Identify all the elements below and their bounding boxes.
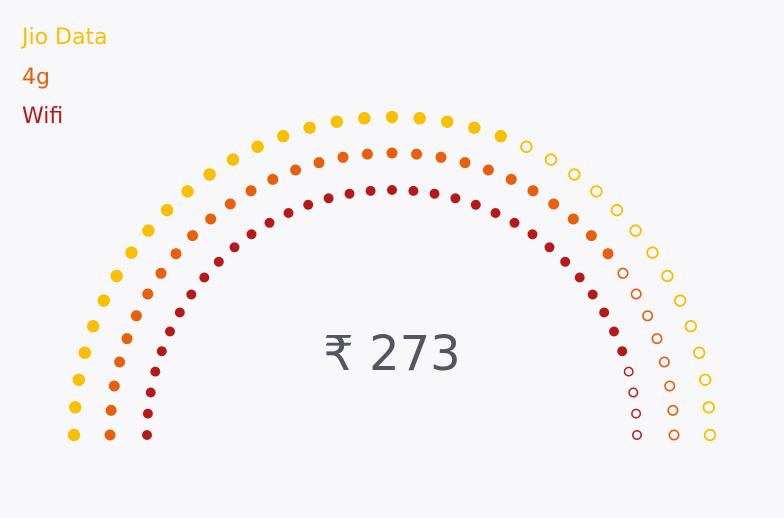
dot-empty	[642, 310, 654, 322]
dot-filled	[155, 267, 167, 279]
dot-empty	[628, 387, 639, 398]
dot-filled	[470, 199, 481, 210]
dot-filled	[509, 217, 520, 228]
dot-empty	[674, 294, 687, 307]
dot-filled	[160, 203, 174, 217]
dot-filled	[323, 193, 334, 204]
dot-empty	[703, 428, 717, 442]
dot-filled	[170, 248, 182, 260]
dot-filled	[186, 289, 197, 300]
dot-filled	[408, 185, 419, 196]
dot-filled	[459, 157, 471, 169]
dot-filled	[224, 198, 236, 210]
dot-empty	[702, 401, 716, 414]
dot-filled	[385, 110, 399, 124]
dot-empty	[630, 288, 642, 300]
dot-filled	[69, 401, 82, 414]
dot-empty	[668, 429, 680, 441]
dot-filled	[548, 198, 560, 210]
dot-filled	[490, 208, 501, 218]
dot-filled	[142, 224, 155, 237]
dot-filled	[365, 185, 376, 196]
dot-filled	[205, 213, 217, 225]
dot-filled	[251, 140, 264, 153]
dot-filled	[246, 229, 257, 240]
dot-filled	[527, 229, 538, 240]
dot-empty	[629, 224, 642, 237]
dot-filled	[110, 269, 123, 283]
dot-filled	[203, 168, 216, 181]
radial-gauge	[67, 110, 717, 442]
center-value: ₹ 273	[323, 326, 461, 382]
dot-filled	[468, 121, 481, 134]
dot-filled	[303, 199, 314, 210]
dot-filled	[142, 288, 154, 300]
dot-filled	[482, 164, 494, 176]
dot-filled	[142, 408, 153, 419]
dot-filled	[411, 148, 423, 160]
dot-filled	[67, 428, 81, 442]
dot-empty	[632, 430, 642, 440]
dot-filled	[337, 151, 349, 163]
dot-empty	[631, 408, 642, 419]
dot-filled	[145, 387, 156, 398]
dot-filled	[386, 147, 398, 159]
dot-filled	[130, 310, 142, 322]
dot-filled	[290, 164, 302, 176]
dot-empty	[667, 404, 679, 416]
dot-filled	[330, 115, 343, 128]
dot-filled	[527, 185, 539, 197]
dot-filled	[574, 272, 585, 283]
dot-filled	[245, 185, 257, 197]
dot-filled	[599, 307, 610, 318]
dot-filled	[560, 256, 571, 267]
dot-filled	[277, 130, 290, 143]
dot-filled	[429, 188, 440, 199]
dot-filled	[283, 208, 294, 218]
dot-filled	[585, 230, 597, 242]
dot-empty	[590, 185, 603, 198]
dot-filled	[105, 404, 117, 416]
dot-empty	[544, 153, 558, 166]
dot-filled	[142, 430, 152, 440]
dot-empty	[617, 267, 629, 279]
dot-empty	[520, 140, 533, 154]
dot-filled	[303, 121, 316, 134]
series-2-arc	[142, 185, 642, 440]
dot-filled	[567, 213, 579, 225]
dot-filled	[358, 112, 371, 125]
dot-filled	[181, 185, 194, 198]
dot-filled	[361, 148, 373, 160]
dot-filled	[441, 115, 454, 128]
dot-filled	[587, 289, 598, 300]
dot-filled	[104, 429, 116, 441]
dot-filled	[267, 173, 279, 185]
dot-filled	[125, 246, 138, 259]
dot-filled	[226, 153, 240, 166]
dot-filled	[229, 242, 240, 253]
dot-filled	[494, 130, 507, 143]
dot-filled	[213, 256, 224, 267]
dot-filled	[450, 193, 461, 204]
dot-filled	[344, 188, 355, 199]
dot-filled	[313, 157, 325, 169]
dot-empty	[568, 168, 581, 181]
dot-filled	[199, 272, 210, 283]
dot-filled	[413, 112, 426, 125]
dot-filled	[544, 242, 555, 253]
dot-filled	[187, 230, 199, 242]
dot-filled	[97, 294, 111, 307]
dot-empty	[646, 246, 659, 259]
dot-empty	[661, 269, 674, 283]
dot-filled	[435, 151, 447, 163]
dot-filled	[602, 248, 614, 260]
dot-filled	[387, 185, 397, 195]
dot-filled	[174, 307, 185, 318]
dot-filled	[264, 217, 275, 228]
dot-filled	[505, 173, 517, 185]
dot-empty	[610, 203, 624, 217]
